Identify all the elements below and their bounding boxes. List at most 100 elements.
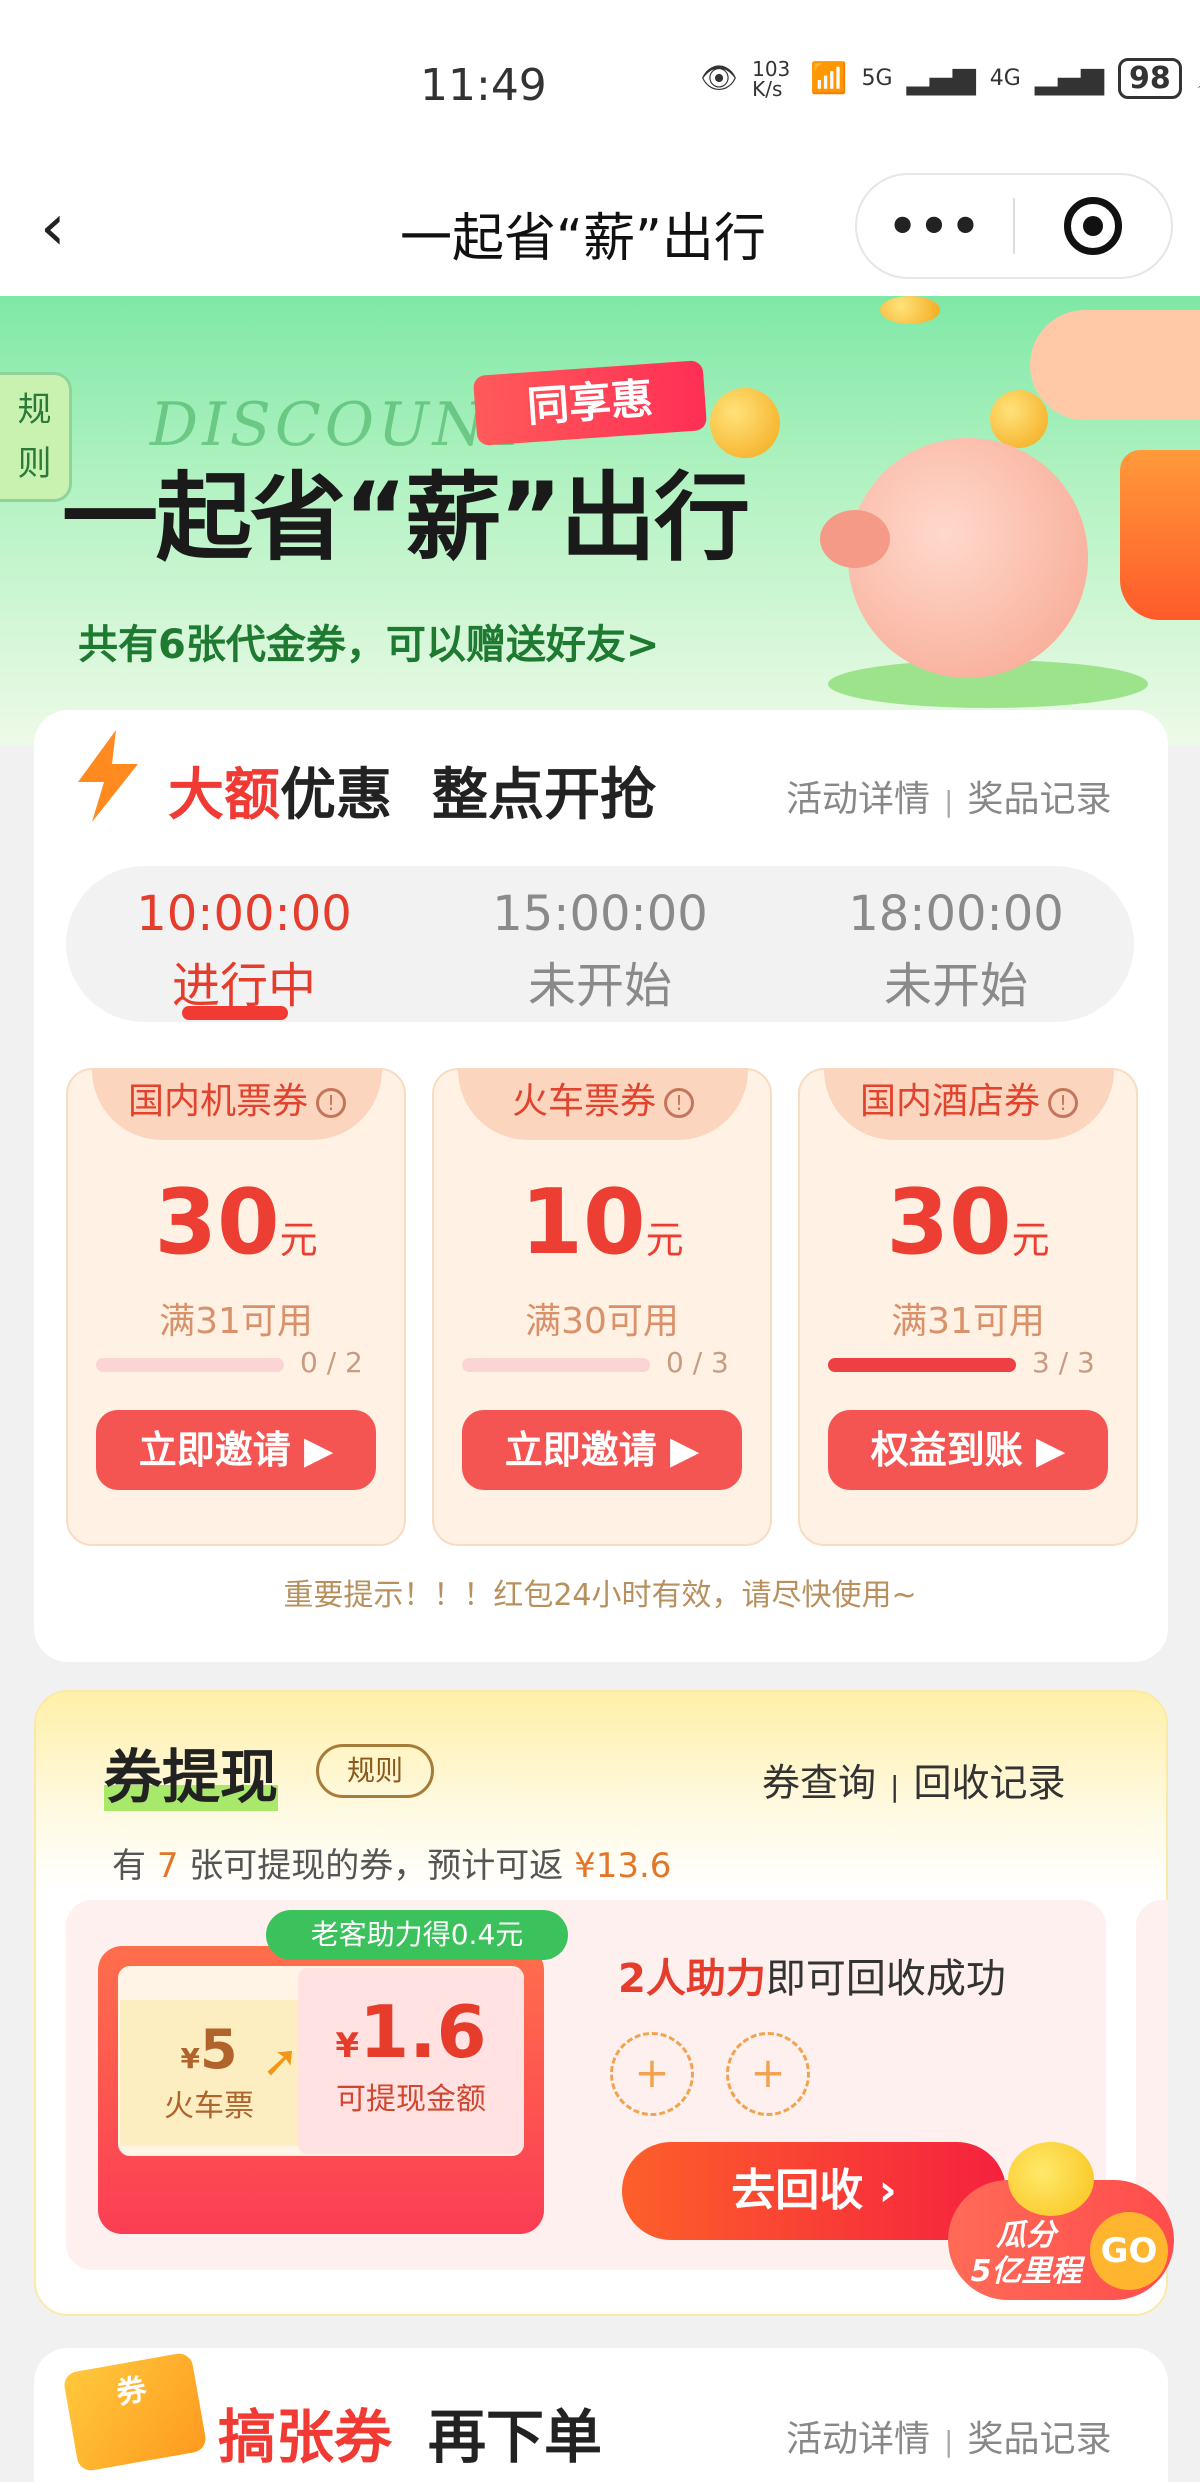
amount-value: 30 bbox=[154, 1170, 280, 1275]
progress-count: 0 / 3 bbox=[666, 1346, 729, 1379]
cashout-amount: ¥1.6 bbox=[298, 1990, 524, 2074]
back-icon[interactable]: ‹ bbox=[40, 196, 66, 260]
title-rest: 再下单 bbox=[428, 2403, 603, 2471]
promo-text: 瓜分 5亿里程 bbox=[966, 2218, 1086, 2290]
active-tab-indicator bbox=[182, 1006, 288, 1020]
assist-tag: 老客助力得0.4元 bbox=[266, 1910, 568, 1960]
original-label: 火车票 bbox=[164, 2089, 254, 2124]
add-helper-button[interactable]: + bbox=[610, 2032, 694, 2116]
charging-icon: ⚡ bbox=[1196, 61, 1200, 96]
tab-status: 未开始 bbox=[883, 958, 1028, 1014]
recycle-button[interactable]: 去回收 › bbox=[622, 2142, 1006, 2240]
tab-time: 15:00:00 bbox=[492, 886, 708, 942]
progress-bar bbox=[96, 1358, 284, 1372]
tab-10[interactable]: 10:00:00 进行中 bbox=[66, 866, 422, 1022]
prize-records-link[interactable]: 奖品记录 bbox=[967, 779, 1111, 820]
coupon-query-link[interactable]: 券查询 bbox=[762, 1761, 876, 1805]
activity-details-link[interactable]: 活动详情 bbox=[786, 779, 930, 820]
info-icon[interactable]: ! bbox=[316, 1088, 346, 1118]
more-icon[interactable]: ••• bbox=[857, 199, 1013, 253]
battery-icon: 98 bbox=[1117, 58, 1182, 99]
progress-bar bbox=[462, 1358, 650, 1372]
section-title: 大额优惠 整点开抢 bbox=[168, 750, 656, 831]
title-highlight: 搞张券 bbox=[218, 2403, 393, 2471]
title-text: 券提现 bbox=[104, 1743, 279, 1811]
time-slot-tabs: 10:00:00 进行中 15:00:00 未开始 18:00:00 未开始 bbox=[66, 866, 1134, 1022]
amount-value: 1.6 bbox=[359, 1990, 487, 2074]
progress-fill bbox=[828, 1358, 1016, 1372]
progress-count: 3 / 3 bbox=[1032, 1346, 1095, 1379]
important-tip: 重要提示！！！红包24小时有效，请尽快使用~ bbox=[283, 1578, 917, 1613]
coupon-name-text: 火车票券 bbox=[511, 1081, 656, 1122]
wifi-icon: 📶 bbox=[810, 61, 848, 96]
title-rest: 优惠 bbox=[280, 763, 392, 828]
section-title: 搞张券 再下单 bbox=[218, 2390, 602, 2474]
coupon-name: 火车票券! bbox=[458, 1068, 748, 1140]
coupon-condition: 满31可用 bbox=[159, 1301, 313, 1342]
cashout-summary: 有 7 张可提现的券，预计可返 ¥13.6 bbox=[112, 1838, 671, 1887]
eye-icon: 👁 bbox=[700, 61, 739, 96]
info-icon[interactable]: ! bbox=[1048, 1088, 1078, 1118]
rules-tab-label: 规则 bbox=[17, 390, 52, 484]
close-miniapp-button[interactable] bbox=[1015, 197, 1171, 255]
coupon-card: 国内酒店券! 30元 满31可用 3 / 3 权益到账 ▶ bbox=[798, 1068, 1138, 1546]
coin-icon bbox=[990, 390, 1048, 448]
currency-symbol: ¥ bbox=[180, 2042, 200, 2075]
invite-button[interactable]: 立即邀请 ▶ bbox=[462, 1410, 742, 1490]
section-links: 券查询 | 回收记录 bbox=[762, 1752, 1065, 1807]
amount-unit: 元 bbox=[1011, 1218, 1050, 1262]
status-icons: 👁 103 K/s 📶 5G ▂▄▆ 4G ▂▄▆ 98 ⚡ bbox=[700, 58, 1200, 99]
currency-symbol: ¥ bbox=[335, 2026, 360, 2066]
tab-15[interactable]: 15:00:00 未开始 bbox=[422, 866, 778, 1022]
target-icon bbox=[1063, 197, 1122, 255]
progress-bar bbox=[828, 1358, 1016, 1372]
tab-time: 18:00:00 bbox=[848, 886, 1064, 942]
activity-details-link[interactable]: 活动详情 bbox=[786, 2419, 930, 2460]
recycle-records-link[interactable]: 回收记录 bbox=[913, 1761, 1065, 1805]
tab-18[interactable]: 18:00:00 未开始 bbox=[778, 866, 1134, 1022]
info-icon[interactable]: ! bbox=[664, 1088, 694, 1118]
prize-records-link[interactable]: 奖品记录 bbox=[967, 2419, 1111, 2460]
rules-button[interactable]: 规则 bbox=[316, 1744, 434, 1798]
signal-bars-icon: ▂▄▆ bbox=[1034, 61, 1104, 96]
page-title: 一起省“薪”出行 bbox=[400, 209, 766, 269]
divider: | bbox=[890, 1770, 900, 1803]
coupon-name: 国内机票券! bbox=[92, 1068, 382, 1140]
assist-count: 2人助力 bbox=[618, 1956, 766, 2002]
ticket-cashout: ¥1.6 可提现金额 bbox=[298, 1968, 524, 2154]
tab-status: 未开始 bbox=[527, 958, 672, 1014]
status-time: 11:49 bbox=[420, 60, 547, 111]
mascot-icon bbox=[1008, 2142, 1094, 2216]
coupon-amount: 30元 bbox=[68, 1170, 404, 1275]
net-speed: 103 K/s bbox=[752, 56, 791, 101]
signal-bars-icon: ▂▄▆ bbox=[906, 61, 976, 96]
assist-text: 即可回收成功 bbox=[765, 1956, 1006, 2002]
hand-illustration bbox=[1030, 310, 1200, 420]
amount-unit: 元 bbox=[279, 1218, 318, 1262]
promo-line1: 瓜分 bbox=[996, 2218, 1056, 2253]
assist-requirement: 2人助力即可回收成功 bbox=[618, 1946, 1006, 2004]
divider: | bbox=[944, 785, 954, 818]
amount-value: 5 bbox=[199, 2018, 238, 2081]
coupon-amount: 10元 bbox=[434, 1170, 770, 1275]
gift-coupons-link[interactable]: 共有6张代金券，可以赠送好友> bbox=[78, 612, 659, 670]
coupon-card: 国内机票券! 30元 满31可用 0 / 2 立即邀请 ▶ bbox=[66, 1068, 406, 1546]
section-links: 活动详情 | 奖品记录 bbox=[786, 2410, 1111, 2462]
section-title: 券提现 bbox=[104, 1730, 279, 1814]
signal-5g: 5G bbox=[861, 66, 893, 91]
lightning-icon bbox=[78, 730, 138, 822]
section-links: 活动详情 | 奖品记录 bbox=[786, 770, 1111, 822]
piggy-bank-illustration bbox=[848, 438, 1088, 678]
summary-prefix: 有 bbox=[112, 1846, 146, 1886]
benefit-received-button[interactable]: 权益到账 ▶ bbox=[828, 1410, 1108, 1490]
banner-title: 一起省“薪”出行 bbox=[62, 462, 750, 574]
progress-count: 0 / 2 bbox=[300, 1346, 363, 1379]
coin-icon bbox=[880, 296, 940, 324]
invite-button[interactable]: 立即邀请 ▶ bbox=[96, 1410, 376, 1490]
amount-value: 10 bbox=[520, 1170, 646, 1275]
coupon-condition: 满31可用 bbox=[891, 1301, 1045, 1342]
amount-unit: 元 bbox=[645, 1218, 684, 1262]
add-helper-button[interactable]: + bbox=[726, 2032, 810, 2116]
amount-value: 30 bbox=[886, 1170, 1012, 1275]
go-button[interactable]: GO bbox=[1090, 2212, 1168, 2290]
